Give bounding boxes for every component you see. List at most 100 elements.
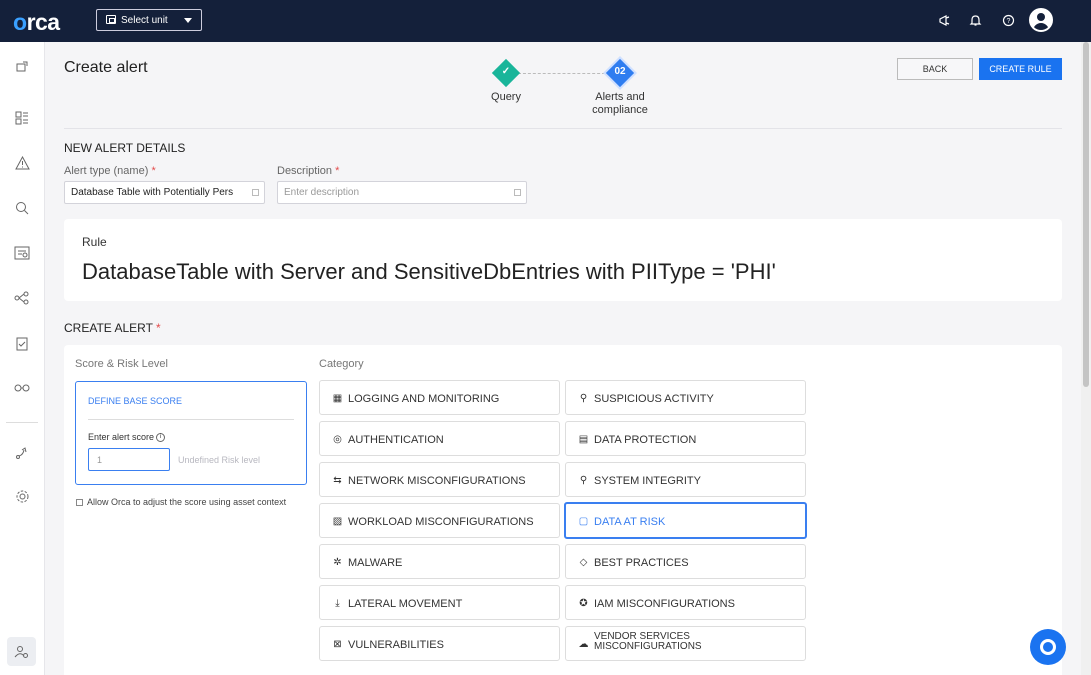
alert-type-input[interactable]: Database Table with Potentially Pers — [64, 181, 265, 204]
category-data-at-risk[interactable]: ▢ DATA AT RISK — [564, 502, 807, 539]
rule-title: Rule — [82, 235, 107, 249]
category-label: Category — [319, 358, 364, 370]
logging-icon: ▦ — [332, 393, 343, 404]
file-icon: ▢ — [578, 516, 589, 527]
adjust-score-row: Allow Orca to adjust the score using ass… — [76, 497, 286, 507]
unit-icon — [106, 15, 116, 24]
category-best-practices[interactable]: ◇ BEST PRACTICES — [565, 544, 806, 579]
caret-down-icon — [184, 18, 192, 23]
score-risk-label: Score & Risk Level — [75, 358, 168, 370]
workload-icon: ▨ — [332, 516, 343, 527]
user-avatar[interactable] — [1029, 8, 1053, 32]
category-logging-and-monitoring[interactable]: ▦ LOGGING AND MONITORING — [319, 380, 560, 415]
category-network-misconfigurations[interactable]: ⇆ NETWORK MISCONFIGURATIONS — [319, 462, 560, 497]
category-vulnerabilities[interactable]: ⊠ VULNERABILITIES — [319, 626, 560, 661]
category-label: NETWORK MISCONFIGURATIONS — [348, 475, 526, 487]
page-title: Create alert — [64, 59, 148, 76]
cloud-icon: ☁ — [578, 639, 589, 650]
data-protection-icon: ▤ — [578, 434, 589, 445]
stepper-line — [518, 73, 610, 74]
rule-query-text: DatabaseTable with Server and SensitiveD… — [82, 259, 776, 284]
category-label: BEST PRACTICES — [594, 557, 689, 569]
score-divider — [88, 419, 294, 420]
page-scrollbar[interactable] — [1081, 42, 1091, 675]
category-label: DATA AT RISK — [594, 516, 666, 528]
network-icon: ⇆ — [333, 475, 342, 486]
alerts-icon[interactable] — [12, 153, 32, 173]
bug-icon: ✲ — [333, 557, 342, 568]
stepper: ✓ Query 02 Alerts and compliance — [460, 58, 670, 120]
settings-icon[interactable] — [12, 486, 32, 506]
category-malware[interactable]: ✲ MALWARE — [319, 544, 560, 579]
step-number: 02 — [614, 66, 626, 77]
fingerprint-icon: ◎ — [333, 434, 342, 445]
create-alert-card: Score & Risk Level Category DEFINE BASE … — [64, 345, 1062, 675]
category-label: LOGGING AND MONITORING — [348, 393, 500, 405]
graph-icon[interactable] — [12, 288, 32, 308]
category-lateral-movement[interactable]: ⤓ LATERAL MOVEMENT — [319, 585, 560, 620]
compliance-icon[interactable] — [12, 243, 32, 263]
base-score-box: DEFINE BASE SCORE Enter alert score i 1 U… — [75, 381, 307, 485]
category-data-protection[interactable]: ▤ DATA PROTECTION — [565, 421, 806, 456]
category-label: SUSPICIOUS ACTIVITY — [594, 393, 714, 405]
category-vendor-services-misconfigurations[interactable]: ☁ VENDOR SERVICES MISCONFIGURATIONS — [565, 626, 806, 661]
enter-score-label: Enter alert score i — [88, 432, 166, 443]
rule-card: Rule DatabaseTable with Server and Sensi… — [64, 219, 1062, 301]
description-label: Description * — [277, 165, 340, 177]
category-label: IAM MISCONFIGURATIONS — [594, 598, 735, 610]
step-query-label[interactable]: Query — [461, 91, 551, 104]
top-bar: orca Select unit ? — [0, 0, 1091, 42]
help-icon[interactable]: ? — [1000, 12, 1016, 28]
back-button[interactable]: BACK — [897, 58, 973, 80]
category-label: AUTHENTICATION — [348, 434, 444, 446]
select-unit-label: Select unit — [121, 15, 168, 26]
binoculars-icon[interactable] — [12, 378, 32, 398]
select-unit-dropdown[interactable]: Select unit — [96, 9, 202, 31]
edit-icon — [252, 189, 259, 196]
create-alert-heading: CREATE ALERT * — [64, 321, 161, 335]
category-label: MALWARE — [348, 557, 403, 569]
bell-icon[interactable] — [967, 12, 983, 28]
category-iam-misconfigurations[interactable]: ✪ IAM MISCONFIGURATIONS — [565, 585, 806, 620]
adjust-score-checkbox[interactable] — [76, 499, 83, 507]
category-suspicious-activity[interactable]: ⚲ SUSPICIOUS ACTIVITY — [565, 380, 806, 415]
category-system-integrity[interactable]: ⚲ SYSTEM INTEGRITY — [565, 462, 806, 497]
description-input[interactable]: Enter description — [277, 181, 527, 204]
new-alert-details-heading: NEW ALERT DETAILS — [64, 141, 186, 155]
category-label: DATA PROTECTION — [594, 434, 697, 446]
info-icon[interactable]: i — [156, 433, 166, 443]
search-icon[interactable] — [12, 198, 32, 218]
adjust-score-label[interactable]: Allow Orca to adjust the score using ass… — [87, 497, 286, 507]
create-rule-button[interactable]: CREATE RULE — [979, 58, 1062, 80]
header-divider — [64, 128, 1062, 129]
best-practices-icon: ◇ — [579, 557, 588, 568]
edit-icon — [514, 189, 521, 196]
user-settings-icon[interactable] — [7, 637, 36, 666]
alert-type-label: Alert type (name) * — [64, 165, 156, 177]
category-label: VENDOR SERVICES MISCONFIGURATIONS — [594, 631, 702, 652]
orca-logo[interactable]: orca — [13, 9, 60, 36]
integrations-icon[interactable] — [12, 443, 32, 463]
category-label: LATERAL MOVEMENT — [348, 598, 463, 610]
step-alerts-compliance-label[interactable]: Alerts and compliance — [575, 91, 665, 117]
define-base-score-heading: DEFINE BASE SCORE — [88, 396, 183, 406]
alert-score-input[interactable]: 1 — [88, 448, 170, 471]
alert-type-value: Database Table with Potentially Pers — [71, 187, 234, 198]
description-placeholder: Enter description — [284, 187, 360, 198]
vulnerability-icon: ⊠ — [333, 639, 342, 650]
category-label: WORKLOAD MISCONFIGURATIONS — [348, 516, 534, 528]
dashboard-icon[interactable] — [12, 108, 32, 128]
svg-text:?: ? — [1006, 18, 1010, 25]
check-icon: ✓ — [501, 66, 511, 77]
scrollbar-thumb[interactable] — [1083, 42, 1089, 387]
checklist-icon[interactable] — [12, 333, 32, 353]
suspicious-icon: ⚲ — [579, 393, 588, 404]
nav-divider — [6, 422, 38, 423]
risk-level-label: Undefined Risk level — [178, 455, 261, 465]
category-workload-misconfigurations[interactable]: ▨ WORKLOAD MISCONFIGURATIONS — [319, 503, 560, 538]
chat-fab-button[interactable] — [1030, 629, 1066, 665]
inventory-icon[interactable] — [12, 56, 32, 76]
megaphone-icon[interactable] — [936, 12, 952, 28]
category-label: SYSTEM INTEGRITY — [594, 475, 701, 487]
category-authentication[interactable]: ◎ AUTHENTICATION — [319, 421, 560, 456]
